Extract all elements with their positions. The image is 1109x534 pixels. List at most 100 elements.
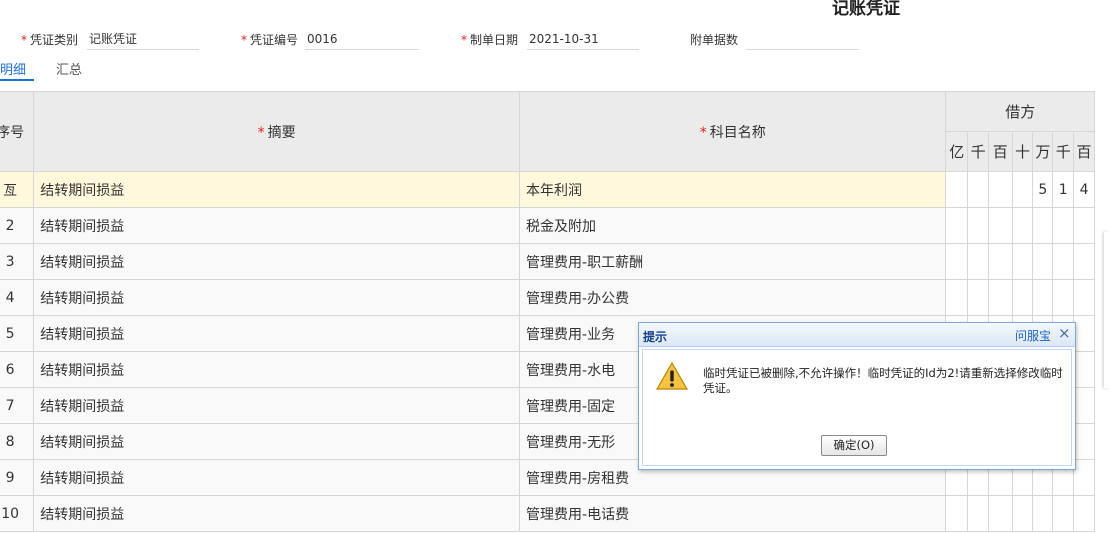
row-debit-digit-cell[interactable] (945, 207, 969, 244)
unit-header-cell: 万 (1032, 131, 1054, 172)
row-debit-digit-cell[interactable] (967, 243, 989, 280)
voucher-number-label: * 凭证编号 (241, 31, 298, 48)
row-debit-digit-cell[interactable] (1073, 459, 1095, 496)
dialog-message: 临时凭证已被删除,不允许操作！临时凭证的Id为2!请重新选择修改临时凭证。 (703, 366, 1063, 395)
row-seq-cell: 3 (0, 243, 35, 280)
row-debit-digit-cell[interactable] (1052, 207, 1075, 244)
row-debit-digit-cell[interactable] (1073, 207, 1095, 244)
ok-button[interactable]: 确定(O) (821, 435, 887, 456)
row-seq-cell: 10 (0, 495, 35, 532)
row-debit-digit-cell[interactable] (945, 243, 969, 280)
row-debit-digit-cell[interactable] (967, 171, 989, 208)
row-seq-cell: 2 (0, 207, 35, 244)
row-debit-digit-cell[interactable] (987, 279, 1013, 316)
row-debit-digit-cell[interactable] (987, 171, 1013, 208)
attachment-count-field[interactable] (746, 30, 859, 50)
table-row[interactable]: 10 结转期间损益 管理费用-电话费 (0, 495, 1095, 532)
voucher-type-field[interactable]: 记账凭证 (87, 30, 199, 50)
row-debit-digit-cell[interactable] (945, 279, 969, 316)
row-seq-cell: 4 (0, 279, 35, 316)
row-account-cell[interactable]: 税金及附加 (519, 207, 947, 244)
row-debit-digit-cell[interactable] (967, 495, 989, 532)
table-row[interactable]: 4 结转期间损益 管理费用-办公费 (0, 279, 1095, 316)
page-title: 记账凭证 (832, 0, 900, 19)
row-summary-cell[interactable]: 结转期间损益 (33, 207, 521, 244)
column-header-account: * 科目名称 (519, 91, 947, 172)
row-debit-digit-cell[interactable] (967, 207, 989, 244)
row-account-cell[interactable]: 管理费用-电话费 (519, 495, 947, 532)
voucher-page: 记账凭证 * 凭证类别 记账凭证 * 凭证编号 0016 * 制单日期 2021-10… (0, 0, 1109, 534)
tab-active-indicator (0, 79, 34, 81)
table-row[interactable]: 亙结转期间损益 本年利润 5 1 4 (0, 171, 1095, 208)
row-debit-digit-cell[interactable] (1011, 207, 1034, 244)
row-debit-digit-cell[interactable] (987, 207, 1013, 244)
row-debit-digit-cell[interactable] (1052, 495, 1075, 532)
warning-icon (656, 362, 688, 390)
row-summary-cell[interactable]: 结转期间损益 (33, 243, 521, 280)
row-debit-digit-cell[interactable] (1032, 243, 1054, 280)
row-summary-cell[interactable]: 结转期间损益 (33, 387, 521, 424)
row-account-cell[interactable]: 本年利润 (519, 171, 947, 208)
row-debit-digit-cell[interactable] (1073, 315, 1095, 352)
row-debit-digit-cell[interactable] (1032, 279, 1054, 316)
row-debit-digit-cell[interactable] (1073, 495, 1095, 532)
row-debit-digit-cell[interactable] (1073, 423, 1095, 460)
row-seq-cell: 7 (0, 387, 35, 424)
tab-summary[interactable]: 汇总 (56, 59, 82, 78)
column-header-summary: * 摘要 (33, 91, 521, 172)
table-row[interactable]: 3 结转期间损益 管理费用-职工薪酬 (0, 243, 1095, 280)
row-debit-digit-cell[interactable] (987, 243, 1013, 280)
column-header-seq: 序号 (0, 91, 35, 172)
row-seq-cell: 9 (0, 459, 35, 496)
row-debit-digit-cell[interactable] (987, 495, 1013, 532)
voucher-number-field[interactable]: 0016 (305, 30, 419, 50)
row-summary-cell[interactable]: 结转期间损益 (33, 351, 521, 388)
help-link[interactable]: 问服宝 (1015, 327, 1051, 344)
tab-detail[interactable]: 明细 (0, 59, 26, 78)
row-debit-digit-cell[interactable] (1073, 243, 1095, 280)
row-summary-cell[interactable]: 结转期间损益 (33, 495, 521, 532)
table-row[interactable]: 2 结转期间损益 税金及附加 (0, 207, 1095, 244)
row-debit-digit-cell[interactable] (1032, 207, 1054, 244)
row-summary-cell[interactable]: 结转期间损益 (33, 315, 521, 352)
row-summary-cell[interactable]: 结转期间损益 (33, 459, 521, 496)
row-debit-digit-cell[interactable] (945, 495, 969, 532)
row-debit-digit-cell[interactable] (1073, 387, 1095, 424)
side-panel-edge (1104, 232, 1109, 388)
voucher-date-field[interactable]: 2021-10-31 (527, 30, 639, 50)
row-account-cell[interactable]: 管理费用-办公费 (519, 279, 947, 316)
dialog-header: 提示 问服宝 × (639, 323, 1075, 347)
unit-header-cell: 十 (1011, 131, 1034, 172)
row-debit-digit-cell[interactable] (1011, 171, 1034, 208)
row-summary-cell[interactable]: 结转期间损益 (33, 279, 521, 316)
attachment-count-label: 附单据数 (690, 33, 739, 47)
row-account-cell[interactable]: 管理费用-职工薪酬 (519, 243, 947, 280)
row-debit-digit-cell[interactable]: 1 (1052, 171, 1075, 208)
row-debit-digit-cell[interactable] (967, 279, 989, 316)
row-summary-cell[interactable]: 结转期间损益 (33, 423, 521, 460)
row-seq-cell: 8 (0, 423, 35, 460)
row-debit-digit-cell[interactable]: 4 (1073, 171, 1095, 208)
column-header-debit: 借方 (945, 91, 1095, 132)
row-debit-digit-cell[interactable] (1032, 495, 1054, 532)
row-debit-digit-cell[interactable] (1011, 243, 1034, 280)
unit-header-cell: 百 (1073, 131, 1095, 172)
row-debit-digit-cell[interactable] (1073, 279, 1095, 316)
row-summary-cell[interactable]: 结转期间损益 (33, 171, 521, 208)
row-debit-digit-cell[interactable] (1011, 279, 1034, 316)
dialog-title: 提示 (643, 330, 668, 344)
required-mark: * (21, 33, 27, 47)
row-seq-cell: 亙 (0, 171, 35, 208)
row-debit-digit-cell[interactable] (1052, 279, 1075, 316)
row-debit-digit-cell[interactable] (1011, 495, 1034, 532)
dialog-body: 临时凭证已被删除,不允许操作！临时凭证的Id为2!请重新选择修改临时凭证。 确定… (642, 349, 1072, 466)
row-seq-cell: 6 (0, 351, 35, 388)
row-debit-digit-cell[interactable] (1052, 243, 1075, 280)
row-seq-cell: 5 (0, 315, 35, 352)
row-debit-digit-cell[interactable]: 5 (1032, 171, 1054, 208)
unit-header-cell: 千 (967, 131, 989, 172)
row-debit-digit-cell[interactable] (1073, 351, 1095, 388)
close-icon[interactable]: × (1058, 325, 1071, 341)
required-mark: * (699, 124, 707, 141)
row-debit-digit-cell[interactable] (945, 171, 969, 208)
